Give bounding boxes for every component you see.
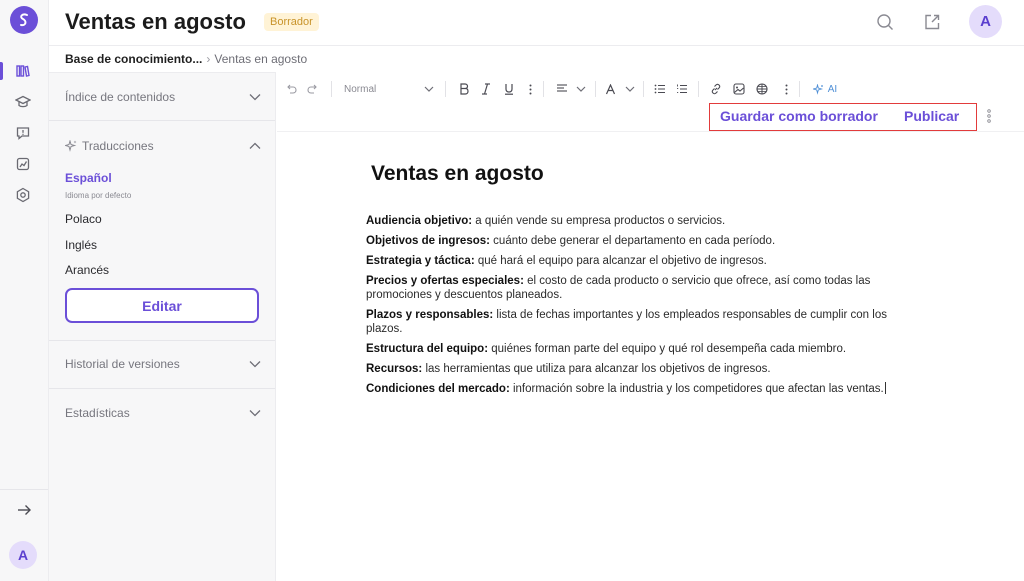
toc-section-header[interactable]: Índice de contenidos	[65, 87, 261, 107]
breadcrumb-current: Ventas en agosto	[214, 52, 308, 66]
document-paragraph: Recursos: las herramientas que utiliza p…	[366, 363, 771, 375]
toolbar-divider	[543, 81, 544, 97]
expand-arrow-icon[interactable]	[12, 500, 36, 520]
content-divider	[277, 131, 1024, 132]
language-item-aranese[interactable]: Arancés	[65, 263, 109, 277]
bulleted-list-icon[interactable]	[653, 80, 667, 98]
italic-icon[interactable]	[479, 80, 493, 98]
text-color-icon	[605, 83, 616, 94]
stats-label: Estadísticas	[65, 406, 130, 420]
language-item-spanish[interactable]: Español	[65, 171, 112, 185]
document-body[interactable]: Audiencia objetivo: a quién vende su emp…	[366, 214, 912, 402]
document-paragraph: Precios y ofertas especiales: el costo d…	[366, 275, 871, 301]
graduation-cap-icon[interactable]	[12, 91, 34, 113]
analytics-icon[interactable]	[12, 153, 34, 175]
table-icon[interactable]	[755, 80, 769, 98]
translations-section-header[interactable]: Traducciones	[65, 136, 261, 156]
text-color-select[interactable]	[605, 80, 635, 98]
history-label: Historial de versiones	[65, 357, 180, 371]
rail-divider	[0, 489, 48, 490]
undo-icon[interactable]	[283, 80, 299, 98]
page-title: Ventas en agosto	[65, 9, 246, 34]
save-draft-button[interactable]: Guardar como borrador	[720, 108, 878, 124]
chevron-down-icon	[249, 94, 261, 101]
ai-label: AI	[827, 83, 838, 95]
sparkle-icon	[65, 140, 77, 152]
editor-toolbar: Normal AI	[277, 73, 1024, 105]
active-indicator	[0, 62, 3, 80]
document-paragraph: Condiciones del mercado: información sob…	[366, 382, 886, 395]
document-paragraph: Estructura del equipo: quiénes forman pa…	[366, 343, 847, 355]
toolbar-divider	[331, 81, 332, 97]
panel-divider	[49, 340, 275, 341]
share-icon[interactable]	[921, 11, 943, 33]
chevron-down-icon	[249, 410, 261, 417]
language-item-english[interactable]: Inglés	[65, 238, 97, 252]
app-logo-icon[interactable]	[10, 6, 38, 34]
link-icon[interactable]	[709, 80, 723, 98]
edit-button[interactable]: Editar	[65, 288, 259, 323]
document-paragraph: Estrategia y táctica: qué hará el equipo…	[366, 255, 767, 267]
publish-actions: Guardar como borrador Publicar	[709, 103, 977, 131]
toolbar-divider	[698, 81, 699, 97]
ai-assistant-button[interactable]: AI	[810, 80, 840, 98]
redo-icon[interactable]	[305, 80, 321, 98]
translations-label: Traducciones	[82, 139, 154, 153]
bold-icon[interactable]	[457, 80, 471, 98]
more-format-icon[interactable]	[526, 80, 534, 98]
status-badge: Borrador	[264, 13, 319, 31]
icon-rail: A	[0, 0, 49, 581]
language-item-polish[interactable]: Polaco	[65, 212, 102, 226]
panel-divider	[49, 120, 275, 121]
text-cursor	[884, 382, 886, 394]
align-select[interactable]	[556, 80, 586, 98]
numbered-list-icon[interactable]	[675, 80, 689, 98]
toolbar-divider	[799, 81, 800, 97]
feedback-icon[interactable]	[12, 122, 34, 144]
settings-icon[interactable]	[12, 184, 34, 206]
user-avatar[interactable]: A	[9, 541, 37, 569]
header-avatar[interactable]: A	[969, 5, 1002, 38]
breadcrumb: Base de conocimiento... › Ventas en agos…	[65, 52, 307, 66]
more-options-icon[interactable]	[984, 107, 994, 125]
chevron-down-icon	[625, 86, 635, 92]
sparkle-icon	[812, 83, 823, 95]
document-title[interactable]: Ventas en agosto	[371, 162, 544, 186]
document-paragraph: Objetivos de ingresos: cuánto debe gener…	[366, 235, 776, 247]
chevron-down-icon	[424, 86, 434, 92]
chevron-right-icon: ›	[206, 52, 211, 66]
page-header: Ventas en agosto Borrador A	[49, 0, 1024, 46]
side-panel: Índice de contenidos Traducciones Españo…	[49, 72, 276, 581]
more-insert-icon[interactable]	[782, 80, 790, 98]
breadcrumb-parent[interactable]: Base de conocimiento...	[65, 52, 202, 66]
align-left-icon	[557, 84, 567, 92]
chevron-down-icon	[249, 361, 261, 368]
chevron-down-icon	[576, 86, 586, 92]
document-paragraph: Audiencia objetivo: a quién vende su emp…	[366, 215, 726, 227]
underline-icon[interactable]	[502, 80, 516, 98]
toolbar-divider	[445, 81, 446, 97]
document-paragraph: Plazos y responsables: lista de fechas i…	[366, 309, 887, 335]
panel-divider	[49, 388, 275, 389]
image-icon[interactable]	[732, 80, 746, 98]
toc-label: Índice de contenidos	[65, 90, 176, 104]
search-icon[interactable]	[874, 11, 896, 33]
library-icon[interactable]	[12, 60, 34, 82]
chevron-up-icon	[249, 142, 261, 149]
default-language-note: Idioma por defecto	[65, 191, 132, 200]
publish-button[interactable]: Publicar	[904, 108, 959, 124]
toolbar-divider	[643, 81, 644, 97]
history-section-header[interactable]: Historial de versiones	[65, 354, 261, 374]
text-style-select[interactable]: Normal	[344, 80, 434, 98]
stats-section-header[interactable]: Estadísticas	[65, 403, 261, 423]
toolbar-divider	[595, 81, 596, 97]
text-style-value: Normal	[344, 83, 377, 95]
